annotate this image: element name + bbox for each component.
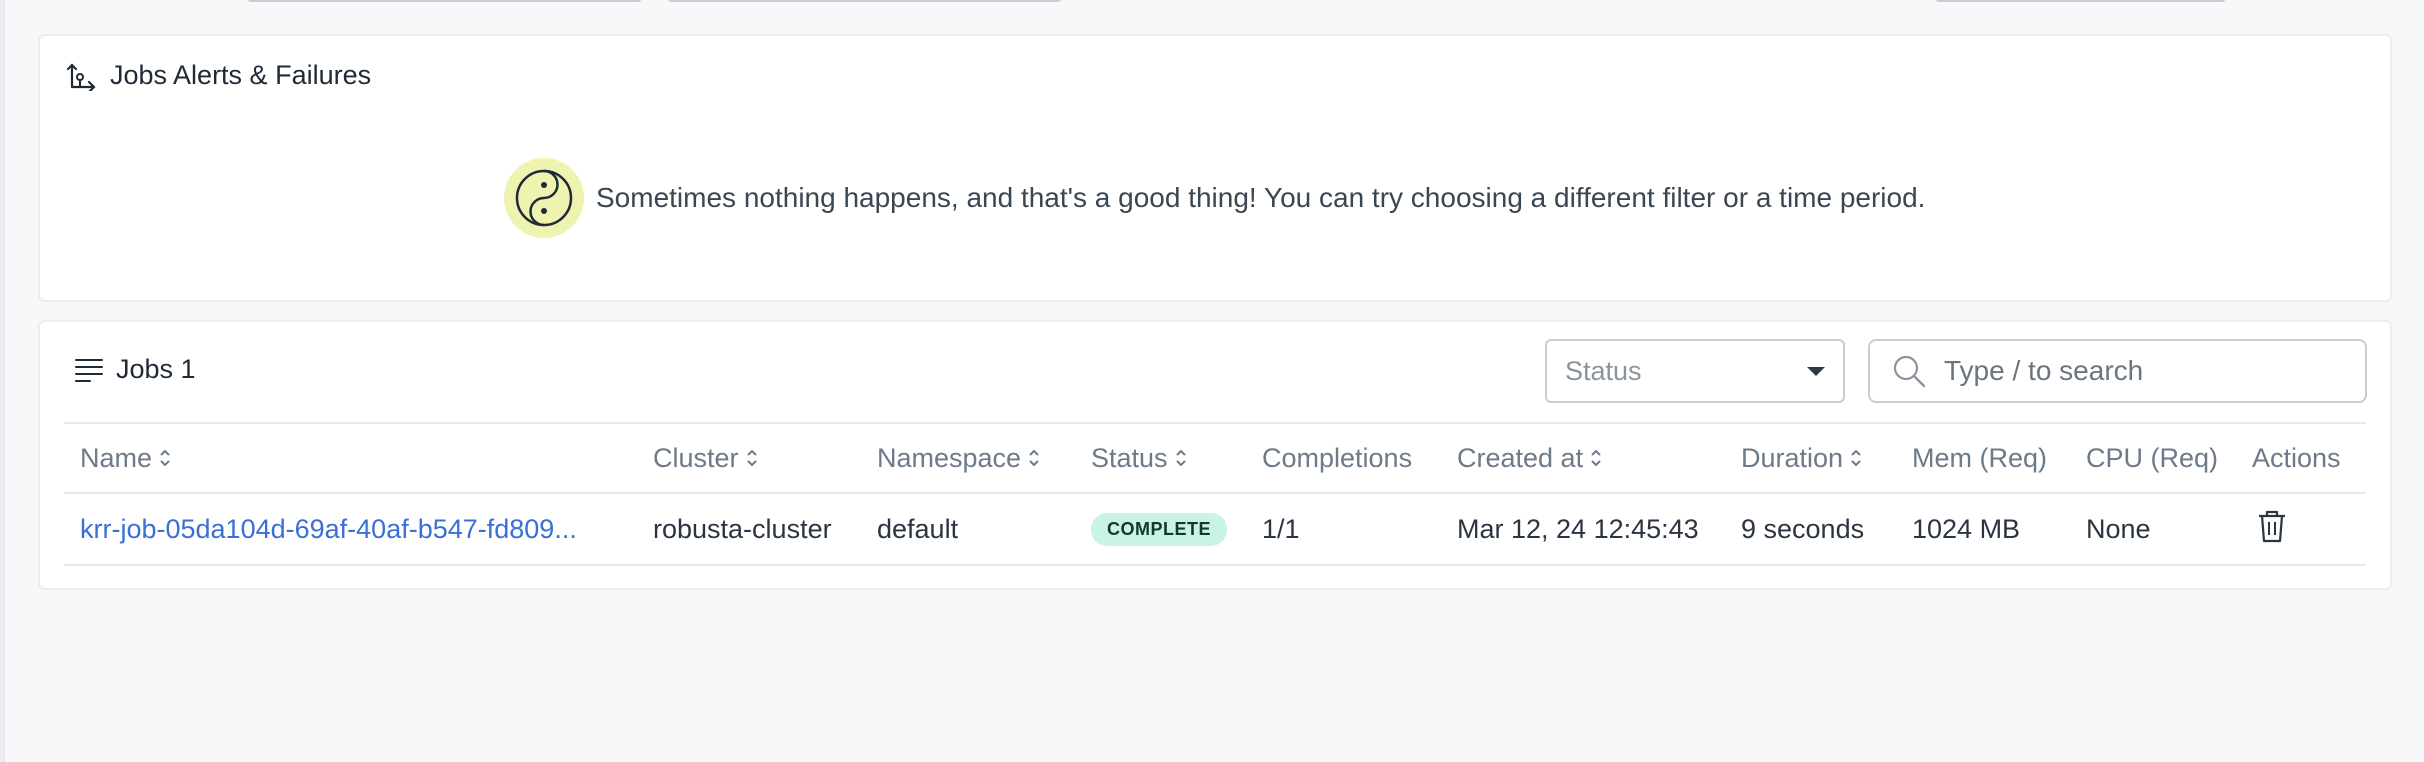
mem-req-cell: 1024 MB xyxy=(1912,513,2021,544)
created-at-cell: Mar 12, 24 12:45:43 xyxy=(1457,513,1699,544)
list-icon xyxy=(75,358,103,382)
jobs-alert-icon xyxy=(66,62,96,91)
job-name-link[interactable]: krr-job-05da104d-69af-40af-b547-fd809... xyxy=(80,514,577,545)
column-label: Duration xyxy=(1741,442,1844,473)
status-badge: COMPLETE xyxy=(1091,512,1228,546)
sort-icon xyxy=(1175,449,1186,467)
yin-yang-icon xyxy=(504,158,584,238)
sort-icon xyxy=(1029,449,1039,467)
column-label: Actions xyxy=(2252,442,2341,473)
sort-icon xyxy=(160,449,170,467)
column-header-status[interactable]: Status xyxy=(1091,443,1188,474)
column-label: Cluster xyxy=(653,442,739,473)
sort-icon xyxy=(1591,449,1601,467)
search-input[interactable] xyxy=(1944,355,2344,387)
column-header-duration[interactable]: Duration xyxy=(1741,443,1863,474)
status-filter-select[interactable]: Status xyxy=(1545,339,1845,403)
column-header-namespace[interactable]: Namespace xyxy=(877,443,1041,474)
column-label: CPU (Req) xyxy=(2086,442,2219,473)
empty-state-message: Sometimes nothing happens, and that's a … xyxy=(596,182,1926,213)
column-label: Completions xyxy=(1262,442,1413,473)
chevron-down-icon xyxy=(1807,366,1825,376)
column-header-name[interactable]: Name xyxy=(80,443,172,474)
table-row: krr-job-05da104d-69af-40af-b547-fd809...… xyxy=(64,494,2366,566)
column-header-cluster[interactable]: Cluster xyxy=(653,443,759,474)
column-header-mem-req: Mem (Req) xyxy=(1912,443,2047,474)
column-label: Status xyxy=(1091,442,1168,473)
alerts-card-title: Jobs Alerts & Failures xyxy=(110,60,372,90)
column-header-actions: Actions xyxy=(2252,443,2341,474)
status-filter-placeholder: Status xyxy=(1565,355,1642,386)
trash-icon xyxy=(2259,510,2285,542)
sidebar-edge xyxy=(0,0,5,762)
jobs-table-card: Jobs 1 Status Name Cluster Namespace xyxy=(38,320,2392,590)
column-label: Created at xyxy=(1457,442,1584,473)
top-filter-field-1[interactable] xyxy=(246,0,643,2)
duration-cell: 9 seconds xyxy=(1741,513,1865,544)
top-filter-field-2[interactable] xyxy=(666,0,1063,2)
cpu-req-cell: None xyxy=(2086,513,2151,544)
completions-cell: 1/1 xyxy=(1262,513,1300,544)
table-header: Name Cluster Namespace Status Completion… xyxy=(64,424,2366,494)
jobs-card-header: Jobs 1 xyxy=(72,354,196,385)
delete-job-button[interactable] xyxy=(2256,508,2288,551)
column-header-cpu-req: CPU (Req) xyxy=(2086,443,2218,474)
cluster-cell: robusta-cluster xyxy=(653,513,832,544)
column-label: Namespace xyxy=(877,442,1022,473)
column-label: Mem (Req) xyxy=(1912,442,2048,473)
jobs-table: Name Cluster Namespace Status Completion… xyxy=(64,422,2366,566)
column-header-created-at[interactable]: Created at xyxy=(1457,443,1603,474)
jobs-card-title: Jobs 1 xyxy=(116,354,196,384)
top-filter-field-3[interactable] xyxy=(1934,0,2227,2)
search-box[interactable] xyxy=(1868,339,2367,403)
alerts-card-header: Jobs Alerts & Failures xyxy=(66,60,371,91)
column-header-completions: Completions xyxy=(1262,443,1412,474)
search-icon xyxy=(1893,355,1926,388)
sort-icon xyxy=(746,449,757,467)
sort-icon xyxy=(1851,449,1861,467)
empty-state: Sometimes nothing happens, and that's a … xyxy=(504,158,1925,238)
jobs-alerts-card: Jobs Alerts & Failures Sometimes nothing… xyxy=(38,34,2392,302)
column-label: Name xyxy=(80,442,153,473)
namespace-cell: default xyxy=(877,513,959,544)
